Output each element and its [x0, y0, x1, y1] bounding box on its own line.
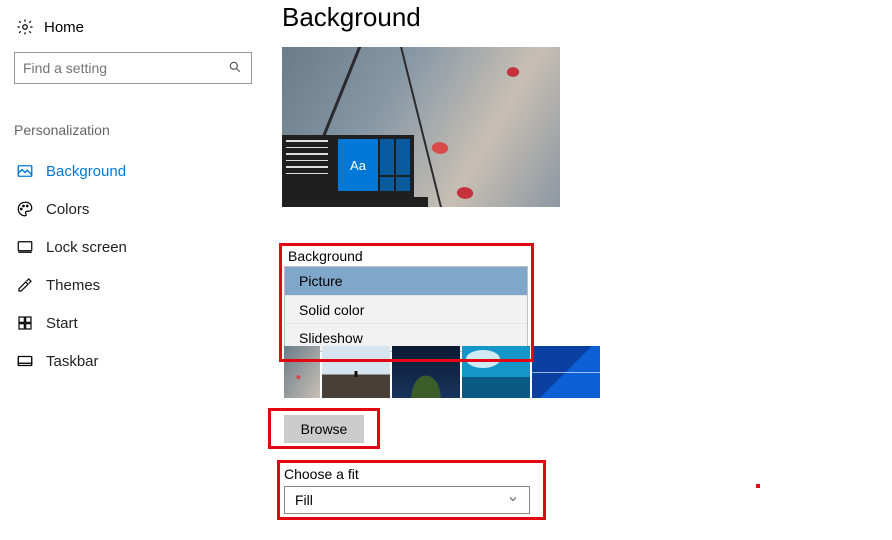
fit-value: Fill [295, 492, 313, 508]
sidebar-item-colors[interactable]: Colors [14, 190, 254, 228]
sidebar-nav: Background Colors Lock screen [14, 152, 254, 380]
page-title: Background [282, 2, 560, 33]
preview-start-menu: Aa [282, 129, 428, 207]
sidebar-item-lockscreen[interactable]: Lock screen [14, 228, 254, 266]
sidebar-item-label: Colors [46, 201, 89, 218]
taskbar-icon [16, 352, 34, 370]
chevron-down-icon [507, 493, 519, 508]
themes-icon [16, 276, 34, 294]
sidebar-item-label: Taskbar [46, 353, 99, 370]
preview-tile: Aa [338, 139, 378, 191]
fit-label: Choose a fit [284, 466, 359, 482]
background-thumbnail[interactable] [392, 346, 460, 398]
annotation-dot [756, 484, 760, 488]
lockscreen-icon [16, 238, 34, 256]
palette-icon [16, 200, 34, 218]
sidebar-item-start[interactable]: Start [14, 304, 254, 342]
recent-images-row [284, 346, 600, 398]
background-thumbnail[interactable] [322, 346, 390, 398]
gear-icon [16, 18, 34, 36]
sidebar-item-themes[interactable]: Themes [14, 266, 254, 304]
sidebar-item-background[interactable]: Background [14, 152, 254, 190]
fit-dropdown[interactable]: Fill [284, 486, 530, 514]
sidebar-item-taskbar[interactable]: Taskbar [14, 342, 254, 380]
dropdown-option-picture[interactable]: Picture [285, 267, 527, 295]
background-thumbnail[interactable] [284, 346, 320, 398]
background-type-label: Background [284, 248, 528, 264]
background-type-section: Background Picture Solid color Slideshow [284, 248, 528, 352]
main-content: Background Aa [282, 2, 560, 207]
picture-icon [16, 162, 34, 180]
dropdown-option-solid[interactable]: Solid color [285, 295, 527, 323]
home-nav[interactable]: Home [14, 12, 254, 42]
background-type-dropdown[interactable]: Picture Solid color Slideshow [284, 266, 528, 352]
settings-search[interactable] [14, 52, 252, 84]
sidebar-item-label: Lock screen [46, 239, 127, 256]
settings-sidebar: Home Personalization Background [14, 12, 254, 380]
background-thumbnail[interactable] [532, 346, 600, 398]
sidebar-item-label: Start [46, 315, 78, 332]
browse-button[interactable]: Browse [284, 415, 364, 443]
sidebar-item-label: Background [46, 163, 126, 180]
background-thumbnail[interactable] [462, 346, 530, 398]
sidebar-section-label: Personalization [14, 122, 254, 138]
sidebar-item-label: Themes [46, 277, 100, 294]
home-label: Home [44, 19, 84, 36]
search-icon [227, 60, 243, 77]
desktop-preview: Aa [282, 47, 560, 207]
search-input[interactable] [23, 60, 227, 76]
start-icon [16, 314, 34, 332]
